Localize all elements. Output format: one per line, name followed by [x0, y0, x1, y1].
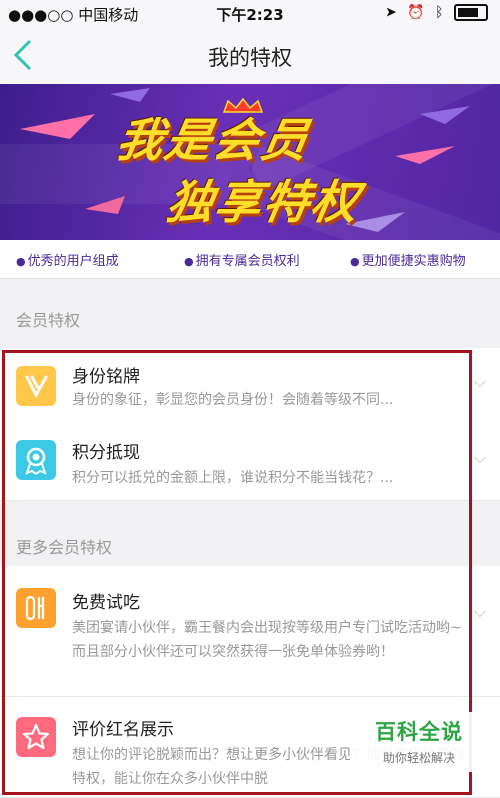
chevron-down-icon: ⌵ [473, 372, 486, 391]
battery-icon [454, 4, 488, 21]
item-title: 评价红名展示 [72, 720, 174, 740]
cutlery-icon [16, 588, 56, 628]
feature-item: 优秀的用户组成 [16, 250, 119, 269]
feature-item: 拥有专属会员权利 [184, 250, 300, 269]
item-description: 美团宴请小伙伴，霸王餐内会出现按等级用户专门试吃活动哟~而且部分小伙伴还可以突然… [72, 620, 462, 660]
feature-item: 更加便捷实惠购物 [350, 250, 466, 269]
chevron-down-icon: ⌵ [473, 448, 486, 467]
list-item-identity-badge[interactable]: 身份铭牌 身份的象征，彰显您的会员身份！会随着等级不同... ⌵ [0, 348, 500, 423]
page-title: 我的特权 [208, 46, 292, 70]
watermark-title: 百科全说 [375, 720, 463, 744]
item-title: 积分抵现 [72, 443, 140, 463]
status-icons: ➤ ⏰ ᛒ [385, 4, 488, 21]
item-title: 身份铭牌 [72, 367, 140, 387]
status-bar: ●●●○○ 中国移动 下午2:23 ➤ ⏰ ᛒ [0, 0, 500, 28]
bluetooth-icon: ᛒ [435, 4, 447, 21]
feature-strip: 优秀的用户组成 拥有专属会员权利 更加便捷实惠购物 [0, 240, 500, 279]
item-title: 免费试吃 [72, 593, 140, 613]
medal-icon [16, 440, 56, 480]
list-item-points-cash[interactable]: 积分抵现 积分可以抵兑的金额上限，谁说积分不能当钱花？... ⌵ [0, 422, 500, 501]
list-item-free-tasting[interactable]: 免费试吃 美团宴请小伙伴，霸王餐内会出现按等级用户专门试吃活动哟~而且部分小伙伴… [0, 566, 500, 697]
watermark-subtitle: 助你轻松解决 [382, 751, 455, 765]
banner-headline-2: 独享特权 [162, 175, 365, 229]
alarm-icon: ⏰ [407, 4, 428, 21]
location-icon: ➤ [385, 4, 400, 21]
section-header-member: 会员特权 [0, 293, 500, 337]
section-title: 更多会员特权 [16, 538, 113, 557]
chevron-down-icon: ⌵ [473, 602, 486, 621]
navigation-bar: 我的特权 [0, 28, 500, 85]
v-badge-icon [16, 366, 56, 406]
item-description: 身份的象征，彰显您的会员身份！会随着等级不同... [72, 392, 394, 408]
member-banner: 我是会员 独享特权 [0, 84, 500, 240]
star-icon [16, 717, 56, 757]
banner-headline-1: 我是会员 [112, 113, 315, 167]
watermark-logo: 百科全说 助你轻松解决 [350, 712, 488, 772]
item-description: 积分可以抵兑的金额上限，谁说积分不能当钱花？... [72, 470, 394, 486]
section-header-more: 更多会员特权 [0, 520, 500, 564]
section-title: 会员特权 [16, 311, 81, 330]
